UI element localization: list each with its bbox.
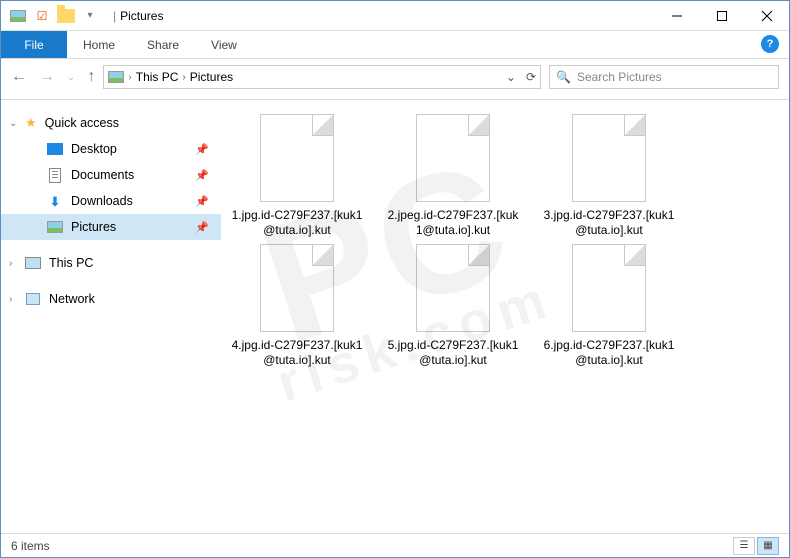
qat-dropdown-icon[interactable]: ▾ [79,5,101,27]
icons-view-button[interactable]: ▦ [757,537,779,555]
forward-button[interactable]: → [39,68,55,86]
address-bar[interactable]: › This PC › Pictures ⌄ ⟳ [103,65,541,89]
main-area: ⌄ ★ Quick access Desktop 📌 Documents 📌 ⬇… [1,100,789,535]
recent-locations-button[interactable]: ⌄ [67,72,75,83]
caret-right-icon[interactable]: › [9,294,12,305]
file-item[interactable]: 5.jpg.id-C279F237.[kuk1@tuta.io].kut [387,244,519,368]
quick-access-toolbar: ☑ ▾ [1,5,101,27]
document-icon [47,167,63,183]
network-icon [25,291,41,307]
ribbon: File Home Share View ? [1,31,789,59]
maximize-button[interactable] [699,1,744,30]
sidebar-item-label: Pictures [71,220,116,234]
window-controls [654,1,789,30]
view-toggle: ☰ ▦ [733,537,779,555]
file-name: 2.jpeg.id-C279F237.[kuk1@tuta.io].kut [387,208,519,238]
nav-arrows: ← → ⌄ ↑ [11,68,95,86]
unknown-file-icon [572,114,646,202]
file-name: 1.jpg.id-C279F237.[kuk1@tuta.io].kut [231,208,363,238]
history-dropdown-icon[interactable]: ⌄ [506,70,516,84]
caret-down-icon[interactable]: ⌄ [9,118,17,129]
sidebar-item-label: Quick access [45,116,119,130]
window-titlebar: ☑ ▾ | Pictures [1,1,789,31]
search-box[interactable]: 🔍 Search Pictures [549,65,779,89]
unknown-file-icon [416,114,490,202]
sidebar-item-downloads[interactable]: ⬇ Downloads 📌 [1,188,221,214]
sidebar-item-label: Desktop [71,142,117,156]
file-item[interactable]: 2.jpeg.id-C279F237.[kuk1@tuta.io].kut [387,114,519,238]
pc-icon [25,255,41,271]
back-button[interactable]: ← [11,68,27,86]
tab-share[interactable]: Share [131,31,195,58]
minimize-button[interactable] [654,1,699,30]
sidebar-item-label: Downloads [71,194,133,208]
file-name: 5.jpg.id-C279F237.[kuk1@tuta.io].kut [387,338,519,368]
item-count: 6 items [11,539,50,553]
file-name: 3.jpg.id-C279F237.[kuk1@tuta.io].kut [543,208,675,238]
pin-icon: 📌 [195,195,209,208]
search-placeholder: Search Pictures [577,70,662,84]
tab-view[interactable]: View [195,31,253,58]
unknown-file-icon [260,114,334,202]
window-title-text: Pictures [120,9,163,23]
pin-icon: 📌 [195,143,209,156]
breadcrumb-label: Pictures [190,70,233,84]
pin-icon: 📌 [195,221,209,234]
address-pictures-icon [108,69,124,85]
breadcrumb-label: This PC [136,70,179,84]
status-bar: 6 items ☰ ▦ [1,533,789,557]
file-list[interactable]: 1.jpg.id-C279F237.[kuk1@tuta.io].kut 2.j… [221,100,789,535]
sidebar-quick-access[interactable]: ⌄ ★ Quick access [1,110,221,136]
sidebar-item-desktop[interactable]: Desktop 📌 [1,136,221,162]
qat-checkbox-icon[interactable]: ☑ [31,5,53,27]
file-name: 4.jpg.id-C279F237.[kuk1@tuta.io].kut [231,338,363,368]
file-item[interactable]: 3.jpg.id-C279F237.[kuk1@tuta.io].kut [543,114,675,238]
pin-icon: 📌 [195,169,209,182]
navigation-bar: ← → ⌄ ↑ › This PC › Pictures ⌄ ⟳ 🔍 Searc… [1,59,789,95]
sidebar-this-pc[interactable]: › This PC [1,250,221,276]
navigation-pane: ⌄ ★ Quick access Desktop 📌 Documents 📌 ⬇… [1,100,221,535]
unknown-file-icon [260,244,334,332]
up-button[interactable]: ↑ [87,68,95,86]
sidebar-item-label: Documents [71,168,134,182]
close-button[interactable] [744,1,789,30]
file-item[interactable]: 6.jpg.id-C279F237.[kuk1@tuta.io].kut [543,244,675,368]
pictures-icon [47,219,63,235]
file-name: 6.jpg.id-C279F237.[kuk1@tuta.io].kut [543,338,675,368]
file-tab[interactable]: File [1,31,67,58]
sidebar-network[interactable]: › Network [1,286,221,312]
sidebar-item-documents[interactable]: Documents 📌 [1,162,221,188]
sidebar-item-label: This PC [49,256,93,270]
desktop-icon [47,141,63,157]
unknown-file-icon [416,244,490,332]
chevron-right-icon[interactable]: › [182,72,185,83]
file-item[interactable]: 1.jpg.id-C279F237.[kuk1@tuta.io].kut [231,114,363,238]
window-title: | Pictures [109,9,163,23]
details-view-button[interactable]: ☰ [733,537,755,555]
tab-home[interactable]: Home [67,31,131,58]
refresh-button[interactable]: ⟳ [526,70,536,84]
search-icon: 🔍 [556,70,571,84]
help-button[interactable]: ? [761,35,779,53]
download-icon: ⬇ [47,193,63,209]
unknown-file-icon [572,244,646,332]
file-item[interactable]: 4.jpg.id-C279F237.[kuk1@tuta.io].kut [231,244,363,368]
chevron-right-icon[interactable]: › [128,72,131,83]
breadcrumb-this-pc[interactable]: This PC [136,70,179,84]
sidebar-item-label: Network [49,292,95,306]
qat-folder-icon[interactable] [55,5,77,27]
explorer-app-icon[interactable] [7,5,29,27]
sidebar-item-pictures[interactable]: Pictures 📌 [1,214,221,240]
breadcrumb-pictures[interactable]: Pictures [190,70,233,84]
star-icon: ★ [25,115,37,131]
caret-right-icon[interactable]: › [9,258,12,269]
